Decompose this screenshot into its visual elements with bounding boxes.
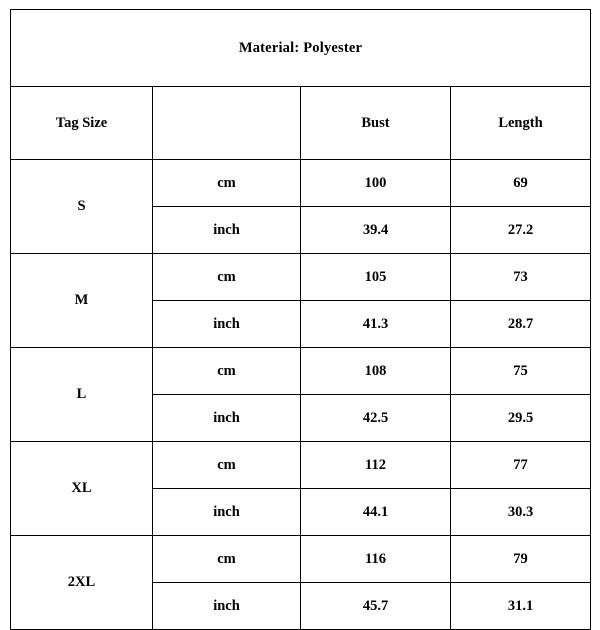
size-label: L	[10, 347, 153, 442]
size-label: S	[10, 159, 153, 254]
length-cm: 73	[450, 253, 591, 301]
size-label: 2XL	[10, 535, 153, 630]
table-row: M cm 105 73	[10, 253, 591, 348]
size-label: M	[10, 253, 153, 348]
unit-cell-inch: inch	[152, 394, 301, 442]
length-cm: 79	[450, 535, 591, 583]
bust-inch: 42.5	[300, 394, 451, 442]
bust-cm: 116	[300, 535, 451, 583]
header-bust: Bust	[300, 86, 451, 160]
table-row: XL cm 112 77	[10, 441, 591, 536]
header-tag-size: Tag Size	[10, 86, 153, 160]
bust-inch: 44.1	[300, 488, 451, 536]
unit-cell-inch: inch	[152, 488, 301, 536]
bust-cm: 105	[300, 253, 451, 301]
table-row: S cm 100 69	[10, 159, 591, 254]
unit-cell-cm: cm	[152, 441, 301, 489]
length-inch: 29.5	[450, 394, 591, 442]
unit-cell-cm: cm	[152, 347, 301, 395]
unit-cell-inch: inch	[152, 300, 301, 348]
unit-cell-cm: cm	[152, 253, 301, 301]
length-cm: 77	[450, 441, 591, 489]
bust-inch: 41.3	[300, 300, 451, 348]
size-chart-table: Material: Polyester Tag Size Bust Length…	[10, 9, 591, 630]
bust-inch: 45.7	[300, 582, 451, 630]
unit-cell-inch: inch	[152, 582, 301, 630]
header-row: Tag Size Bust Length	[10, 86, 591, 160]
length-inch: 28.7	[450, 300, 591, 348]
bust-cm: 108	[300, 347, 451, 395]
header-length: Length	[450, 86, 591, 160]
bust-inch: 39.4	[300, 206, 451, 254]
header-unit	[152, 86, 301, 160]
unit-cell-inch: inch	[152, 206, 301, 254]
table-row: 2XL cm 116 79	[10, 535, 591, 630]
bust-cm: 100	[300, 159, 451, 207]
length-cm: 69	[450, 159, 591, 207]
length-inch: 27.2	[450, 206, 591, 254]
table-row: L cm 108 75	[10, 347, 591, 442]
size-label: XL	[10, 441, 153, 536]
material-title: Material: Polyester	[10, 9, 591, 87]
length-cm: 75	[450, 347, 591, 395]
size-chart-image: Material: Polyester Tag Size Bust Length…	[0, 0, 600, 630]
title-row: Material: Polyester	[10, 9, 591, 87]
unit-cell-cm: cm	[152, 159, 301, 207]
length-inch: 31.1	[450, 582, 591, 630]
bust-cm: 112	[300, 441, 451, 489]
unit-cell-cm: cm	[152, 535, 301, 583]
length-inch: 30.3	[450, 488, 591, 536]
